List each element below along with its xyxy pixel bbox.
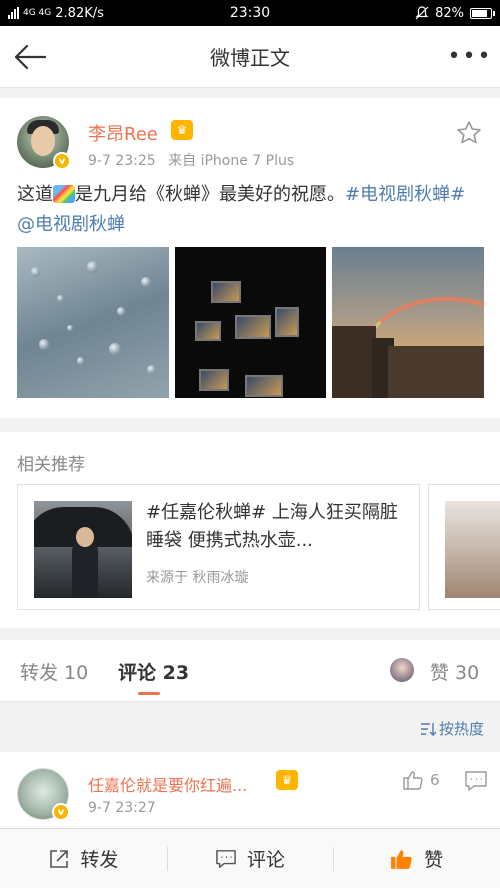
comment-item: v 任嘉伦就是要你红遍... ♛ 9-7 23:27 6	[0, 752, 500, 828]
sort-label: 按热度	[438, 720, 484, 738]
thumbs-up-icon	[403, 771, 423, 790]
comment-button[interactable]: 评论	[166, 829, 334, 888]
comment-icon	[216, 849, 236, 868]
network-type: 4G 4G	[23, 8, 52, 18]
screen	[210, 281, 241, 303]
mention-link[interactable]: @电视剧秋蝉	[17, 214, 125, 235]
thumbs-up-filled-icon	[391, 849, 412, 869]
battery-icon	[470, 7, 495, 19]
building	[388, 346, 485, 398]
comment-label: 评论	[247, 849, 286, 871]
favorite-star-icon[interactable]	[456, 120, 482, 146]
commenter-name[interactable]: 任嘉伦就是要你红遍...	[88, 772, 247, 796]
recommend-card[interactable]: #任嘉伦秋蝉# 上海人狂买隔脏睡袋 便携式热水壶... 来源于 秋雨冰璇	[17, 484, 420, 610]
page-title: 微博正文	[210, 46, 290, 70]
bottom-action-bar: 转发 评论 赞	[0, 828, 500, 888]
related-title: 相关推荐	[17, 455, 85, 475]
recommend-card-next[interactable]	[428, 484, 500, 610]
more-button[interactable]: •••	[440, 26, 500, 88]
building	[332, 326, 377, 398]
arrow-left-icon	[14, 44, 47, 69]
screen	[194, 321, 221, 341]
repost-label: 转发	[80, 849, 119, 871]
author-avatar[interactable]: v	[17, 116, 71, 170]
sort-icon	[420, 722, 436, 736]
post-meta: 9-7 23:25 来自 iPhone 7 Plus	[88, 150, 302, 170]
liker-avatar	[390, 658, 414, 682]
verified-badge-icon: v	[53, 152, 71, 170]
recommend-thumbnail-next	[445, 501, 500, 598]
verified-badge-icon: v	[52, 803, 70, 821]
comment-like-count: 6	[430, 771, 440, 789]
network-speed: 2.82K/s	[55, 5, 104, 21]
rainbow-emoji-icon	[53, 185, 75, 203]
share-icon	[50, 849, 69, 868]
recommend-thumbnail	[34, 501, 132, 598]
photo-rain[interactable]	[17, 247, 169, 398]
author-name[interactable]: 李昂Ree	[88, 120, 158, 146]
battery-fill	[472, 9, 487, 17]
post-text: 这道 是九月给《秋蝉》最美好的祝愿。#电视剧秋蝉# @电视剧秋蝉	[17, 180, 487, 240]
hashtag-link[interactable]: #电视剧秋蝉#	[345, 184, 465, 205]
screen	[234, 315, 271, 339]
post-card: v 李昂Ree ♛ 9-7 23:25 来自 iPhone 7 Plus 这道 是…	[0, 98, 500, 418]
battery-percent: 82%	[435, 5, 464, 21]
comment-like-button[interactable]: 6	[402, 770, 440, 790]
recommend-text: #任嘉伦秋蝉# 上海人狂买隔脏睡袋 便携式热水壶...	[146, 502, 398, 551]
rain-drop	[141, 277, 151, 287]
avatar-face	[31, 126, 55, 156]
rain-drop	[117, 307, 125, 316]
photo-rainbow-sky[interactable]	[332, 247, 485, 398]
signal-icon	[8, 7, 19, 19]
commenter-avatar[interactable]: v	[17, 768, 70, 821]
recommend-source: 来源于 秋雨冰璇	[146, 570, 249, 586]
status-right: 82%	[415, 5, 495, 21]
post-text-before: 这道	[17, 184, 53, 205]
tab-like[interactable]: 赞 30	[430, 658, 479, 685]
screen	[274, 307, 299, 337]
status-left: 4G 4G 2.82K/s	[8, 6, 104, 21]
nav-bar: 微博正文 •••	[0, 26, 500, 88]
tab-comment[interactable]: 评论 23	[118, 658, 189, 685]
comment-time: 9-7 23:27	[88, 800, 156, 816]
screen	[244, 375, 283, 397]
figure-head	[76, 527, 94, 547]
photo-screens[interactable]	[174, 247, 327, 398]
post-source: 来自 iPhone 7 Plus	[168, 153, 295, 169]
rain-drop	[87, 261, 98, 273]
rain-drop	[109, 343, 121, 355]
status-bar: 4G 4G 2.82K/s 23:30 82%	[0, 0, 500, 26]
interaction-tabs: 转发 10 评论 23 赞 30	[0, 640, 500, 702]
tab-active-indicator	[138, 692, 160, 695]
figure-body	[72, 541, 98, 598]
rain-drop	[67, 325, 73, 331]
related-section: 相关推荐 #任嘉伦秋蝉# 上海人狂买隔脏睡袋 便携式热水壶... 来源于 秋雨冰…	[0, 432, 500, 628]
sort-button[interactable]: 按热度	[420, 718, 484, 739]
screen	[198, 369, 229, 391]
like-button[interactable]: 赞	[333, 829, 500, 888]
photo-grid	[17, 247, 485, 398]
vip-crown-icon: ♛	[171, 120, 193, 140]
post-text-after: 是九月给《秋蝉》最美好的祝愿。	[75, 184, 345, 205]
post-date: 9-7 23:25	[88, 153, 156, 169]
tab-repost[interactable]: 转发 10	[20, 658, 88, 685]
back-button[interactable]	[0, 26, 60, 88]
rain-drop	[31, 267, 40, 277]
vip-crown-icon: ♛	[276, 770, 298, 790]
rain-drop	[57, 295, 64, 302]
bell-mute-icon	[415, 6, 429, 20]
reply-icon[interactable]	[464, 770, 488, 792]
like-label: 赞	[424, 849, 444, 871]
sort-bar: 按热度	[0, 702, 500, 752]
rain-drop	[147, 365, 156, 374]
rain-drop	[77, 357, 84, 365]
repost-button[interactable]: 转发	[0, 829, 167, 888]
rain-drop	[39, 339, 49, 350]
